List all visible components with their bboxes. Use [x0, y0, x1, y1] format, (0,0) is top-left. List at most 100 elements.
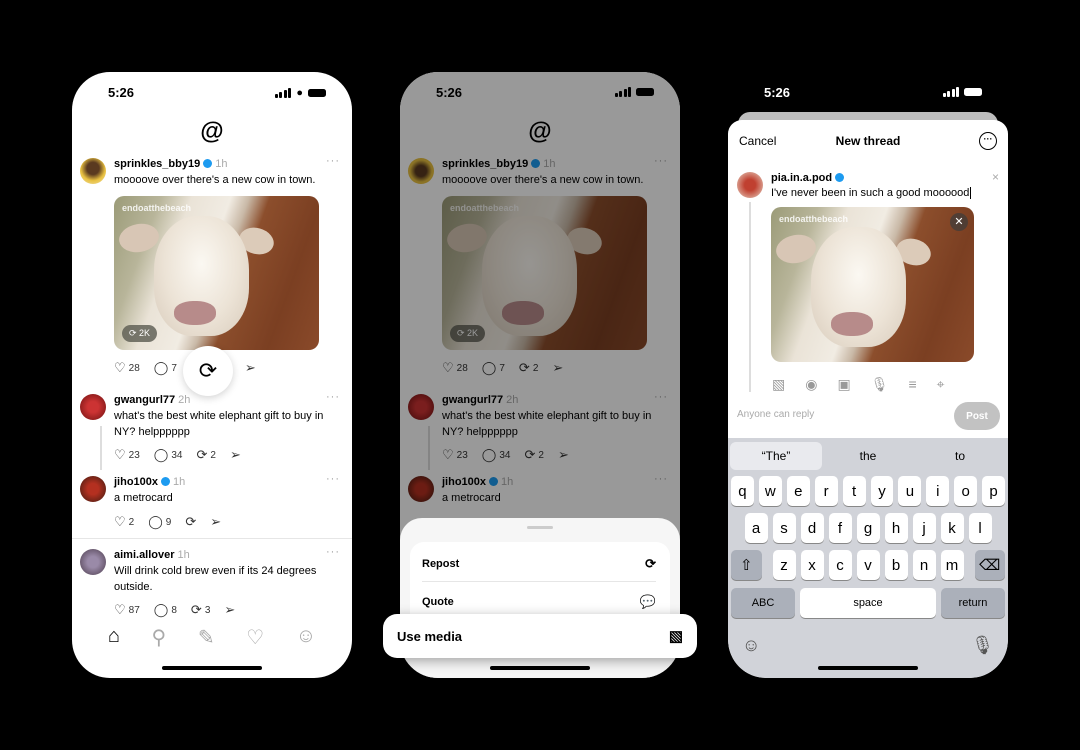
key-b[interactable]: b [884, 550, 908, 580]
avatar[interactable] [80, 158, 106, 184]
key-d[interactable]: d [800, 513, 824, 543]
key-u[interactable]: u [898, 476, 922, 506]
remove-media-icon[interactable]: ✕ [950, 213, 968, 231]
like-button[interactable]: ♡ 28 [114, 360, 140, 376]
key-o[interactable]: o [954, 476, 978, 506]
emoji-icon[interactable]: ☺ [742, 635, 760, 656]
key-z[interactable]: z [772, 550, 796, 580]
menu-item-repost[interactable]: Repost ⟳ [422, 546, 656, 582]
post-button[interactable]: Post [954, 402, 1000, 430]
avatar[interactable] [80, 549, 106, 575]
phone-compose: 5:26 Cancel New thread ··· pia.in.a.pod … [728, 72, 1008, 678]
share-button[interactable]: ➢ [224, 602, 235, 618]
key-f[interactable]: f [828, 513, 852, 543]
delete-key[interactable]: ⌫ [974, 550, 1005, 580]
key-c[interactable]: c [828, 550, 852, 580]
key-s[interactable]: s [772, 513, 796, 543]
key-h[interactable]: h [884, 513, 908, 543]
suggestion[interactable]: the [822, 442, 914, 470]
mic-icon[interactable]: 🎙 [871, 376, 889, 393]
key-n[interactable]: n [912, 550, 936, 580]
key-k[interactable]: k [940, 513, 964, 543]
location-icon[interactable]: ⌖ [937, 376, 945, 393]
post-text: a metrocard [114, 492, 173, 504]
key-r[interactable]: r [814, 476, 838, 506]
key-y[interactable]: y [870, 476, 894, 506]
key-q[interactable]: q [730, 476, 754, 506]
space-key[interactable]: space [800, 588, 936, 618]
key-a[interactable]: a [744, 513, 768, 543]
more-icon[interactable]: ··· [326, 391, 340, 403]
key-m[interactable]: m [940, 550, 964, 580]
reply-button[interactable]: ◯ 34 [154, 447, 183, 463]
thread-line [100, 426, 102, 470]
gif-icon[interactable]: ▣ [837, 376, 850, 393]
share-button[interactable]: ➢ [210, 514, 221, 530]
menu-item-use-media[interactable]: Use media ▧ [383, 614, 697, 658]
post-text: what's the best white elephant gift to b… [114, 410, 324, 438]
username[interactable]: gwangurl77 [114, 394, 175, 406]
reply-button[interactable]: ◯ 7 [154, 360, 177, 376]
like-button[interactable]: ♡ 87 [114, 602, 140, 618]
sheet-handle[interactable] [527, 526, 553, 529]
home-indicator [490, 666, 590, 670]
reply-button[interactable]: ◯ 9 [148, 514, 171, 530]
dictation-icon[interactable]: 🎙 [971, 635, 994, 656]
heart-icon[interactable]: ♡ [246, 625, 264, 650]
list-icon[interactable]: ≡ [908, 376, 916, 393]
search-icon[interactable]: ⚲ [152, 625, 167, 650]
username[interactable]: jiho100x [114, 476, 158, 488]
avatar[interactable] [80, 394, 106, 420]
attached-media[interactable]: endoatthebeach ✕ [771, 207, 974, 362]
key-e[interactable]: e [786, 476, 810, 506]
key-t[interactable]: t [842, 476, 866, 506]
key-i[interactable]: i [926, 476, 950, 506]
username[interactable]: sprinkles_bby19 [114, 158, 200, 170]
divider [72, 538, 352, 539]
home-icon[interactable]: ⌂ [108, 625, 120, 650]
return-key[interactable]: return [941, 588, 1005, 618]
home-indicator [818, 666, 918, 670]
send-icon: ➢ [244, 360, 256, 375]
compose-title: New thread [835, 134, 901, 148]
avatar[interactable] [80, 476, 106, 502]
repost-button[interactable]: ⟳ 2 [196, 447, 215, 463]
more-options-icon[interactable]: ··· [979, 132, 997, 150]
reply-setting[interactable]: Anyone can reply [737, 409, 814, 420]
share-button[interactable]: ➢ [245, 360, 256, 376]
compose-sheet: Cancel New thread ··· pia.in.a.pod × I'v… [728, 120, 1008, 678]
key-l[interactable]: l [968, 513, 992, 543]
key-p[interactable]: p [982, 476, 1006, 506]
keyboard: “The” the to qwertyuiop asdfghjkl ⇧ zxcv… [728, 438, 1008, 678]
shift-key[interactable]: ⇧ [731, 550, 762, 580]
reply-button[interactable]: ◯ 8 [154, 602, 177, 618]
post-text: moooove over there's a new cow in town. [114, 174, 316, 186]
key-w[interactable]: w [758, 476, 782, 506]
like-button[interactable]: ♡ 23 [114, 447, 140, 463]
key-g[interactable]: g [856, 513, 880, 543]
more-icon[interactable]: ··· [326, 155, 340, 167]
key-x[interactable]: x [800, 550, 824, 580]
post-text: Will drink cold brew even if its 24 degr… [114, 565, 317, 593]
repost-button[interactable]: ⟳ [185, 514, 196, 530]
thread-text-input[interactable]: I've never been in such a good moooood [771, 187, 972, 199]
suggestion[interactable]: “The” [730, 442, 822, 470]
key-j[interactable]: j [912, 513, 936, 543]
compose-icon[interactable]: ✎ [198, 625, 215, 650]
close-icon[interactable]: × [992, 170, 999, 184]
share-button[interactable]: ➢ [230, 447, 241, 463]
repost-button-highlighted[interactable]: ⟳ [183, 346, 233, 396]
camera-icon[interactable]: ◉ [805, 376, 817, 393]
abc-key[interactable]: ABC [731, 588, 795, 618]
post-media[interactable]: endoatthebeach ⟳ 2K [114, 196, 319, 350]
suggestion[interactable]: to [914, 442, 1006, 470]
more-icon[interactable]: ··· [326, 546, 340, 558]
username[interactable]: aimi.allover [114, 549, 175, 561]
profile-icon[interactable]: ☺ [296, 625, 316, 650]
like-button[interactable]: ♡ 2 [114, 514, 134, 530]
repost-button[interactable]: ⟳ 3 [191, 602, 210, 618]
gallery-icon[interactable]: ▧ [772, 376, 785, 393]
tab-bar: ⌂ ⚲ ✎ ♡ ☺ [72, 625, 352, 650]
key-v[interactable]: v [856, 550, 880, 580]
more-icon[interactable]: ··· [326, 473, 340, 485]
